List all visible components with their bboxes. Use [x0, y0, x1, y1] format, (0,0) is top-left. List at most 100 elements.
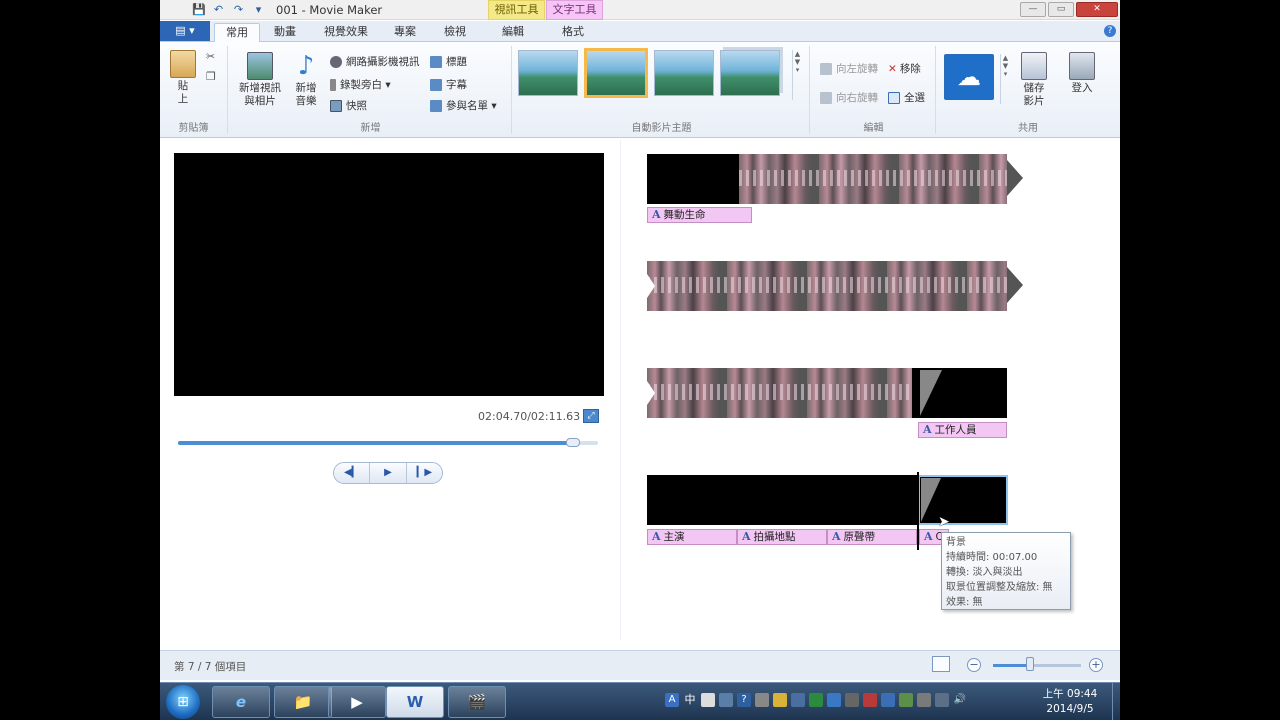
preview-monitor[interactable] — [174, 153, 604, 396]
clip-continue-arrow — [1007, 267, 1023, 303]
caption-row3[interactable]: A 工作人員 — [918, 422, 1007, 438]
tooltip-line-transition: 轉換: 淡入與淡出 — [946, 567, 1023, 578]
maximize-button[interactable]: ▭ — [1048, 2, 1074, 17]
theme-thumbnail-selected[interactable] — [584, 48, 648, 98]
pane-divider[interactable] — [620, 140, 621, 640]
save-icon[interactable]: 💾 — [192, 3, 206, 16]
taskbar-word[interactable]: W — [386, 686, 444, 718]
text-caption-icon: A — [832, 530, 841, 543]
caption-row4-b[interactable]: A 拍攝地點 — [737, 529, 827, 545]
paste-button[interactable]: 貼上 — [168, 50, 198, 106]
group-label-automovie: 自動影片主題 — [631, 123, 692, 134]
start-button[interactable]: ⊞ — [166, 685, 200, 719]
app-tray-icon[interactable] — [863, 693, 877, 707]
cut-icon[interactable]: ✂ — [206, 50, 215, 63]
tab-project[interactable]: 專案 — [390, 23, 420, 42]
customize-qa-icon[interactable]: ▾ — [252, 3, 265, 16]
webcam-video-button[interactable]: 網路攝影機視訊 — [330, 54, 420, 70]
storyboard-clip-video[interactable] — [647, 261, 1007, 311]
theme-thumbnail[interactable] — [518, 50, 578, 96]
sign-in-button[interactable]: 登入 — [1064, 52, 1100, 95]
caption-row1[interactable]: A 舞動生命 — [647, 207, 752, 223]
caption-row4-c[interactable]: A 原聲帶 — [827, 529, 917, 545]
storyboard-clip-title[interactable] — [647, 154, 739, 204]
redo-icon[interactable]: ↷ — [232, 3, 245, 16]
previous-frame-button[interactable]: ◀▎ — [334, 463, 369, 483]
ime-icon[interactable]: A — [665, 693, 679, 707]
tab-animations[interactable]: 動畫 — [270, 23, 300, 42]
settings-tray-icon[interactable] — [755, 693, 769, 707]
zoom-out-button[interactable]: − — [967, 658, 981, 672]
help-tray-icon[interactable]: ? — [737, 693, 751, 707]
text-caption-icon: A — [923, 423, 932, 436]
rotate-right-button[interactable]: 向右旋轉 — [820, 90, 878, 106]
app-tray-icon[interactable] — [899, 693, 913, 707]
file-menu-button[interactable]: ▤ ▾ — [160, 21, 210, 41]
record-narration-button[interactable]: 錄製旁白 ▾ — [330, 77, 391, 93]
network-icon[interactable] — [935, 693, 949, 707]
save-movie-button[interactable]: 儲存影片 — [1016, 52, 1052, 108]
theme-thumbnail[interactable] — [654, 50, 714, 96]
tab-visual-effects[interactable]: 視覺效果 — [318, 23, 374, 42]
snapshot-icon — [330, 100, 342, 112]
title-bar: 💾 ↶ ↷ ▾ 001 - Movie Maker 視訊工具 文字工具 — ▭ … — [160, 0, 1120, 20]
credits-label: 參與名單 — [446, 100, 488, 112]
title-button[interactable]: 標題 — [430, 54, 467, 70]
ime-mode-icon[interactable] — [701, 693, 715, 707]
fullscreen-preview-button[interactable]: ⤢ — [583, 409, 599, 423]
close-button[interactable]: ✕ — [1076, 2, 1118, 17]
zoom-in-button[interactable]: + — [1089, 658, 1103, 672]
app-tray-icon[interactable] — [845, 693, 859, 707]
seek-bar[interactable] — [178, 438, 598, 447]
share-gallery-scroll[interactable]: ▲ ▼ ▾ — [1000, 54, 1010, 104]
caption-button[interactable]: 字幕 — [430, 77, 467, 93]
onedrive-share-button[interactable]: ☁ — [944, 54, 994, 102]
volume-icon[interactable]: 🔊 — [953, 693, 967, 707]
add-music-button[interactable]: ♪ 新增音樂 — [288, 52, 324, 108]
mouse-pointer-icon: ➤ — [938, 514, 950, 530]
input-language-indicator[interactable]: 中 — [683, 693, 697, 707]
add-videos-photos-button[interactable]: 新增視訊與相片 — [234, 52, 286, 108]
ribbon-tab-bar: ▤ ▾ 常用 動畫 視覺效果 專案 檢視 編輯 格式 ? — [160, 21, 1120, 42]
storyboard-clip-credits[interactable] — [647, 475, 917, 525]
gallery-scroll[interactable]: ▲ ▼ ▾ — [792, 50, 802, 100]
rotate-left-button[interactable]: 向左旋轉 — [820, 61, 878, 77]
remove-button[interactable]: ✕ 移除 — [888, 61, 921, 77]
undo-icon[interactable]: ↶ — [212, 3, 225, 16]
ime-keyboard-icon[interactable] — [719, 693, 733, 707]
next-frame-button[interactable]: ▎▶ — [405, 463, 442, 483]
title-icon — [430, 56, 442, 68]
tab-edit[interactable]: 編輯 — [498, 23, 528, 42]
caption-row4-a[interactable]: A 主演 — [647, 529, 737, 545]
storyboard-clip-video[interactable] — [647, 368, 912, 418]
app-tray-icon[interactable] — [881, 693, 895, 707]
app-tray-icon[interactable] — [917, 693, 931, 707]
zoom-slider-track[interactable] — [993, 664, 1081, 667]
group-clipboard: 貼上 ✂ ❐ 剪貼簿 — [160, 46, 228, 134]
theme-thumbnail[interactable] — [720, 50, 780, 96]
storyboard-clip-video[interactable] — [739, 154, 1007, 204]
copy-icon[interactable]: ❐ — [206, 70, 216, 83]
taskbar-file-explorer[interactable]: 📁 — [274, 686, 332, 718]
play-button[interactable]: ▶ — [369, 463, 405, 483]
security-tray-icon[interactable] — [773, 693, 787, 707]
tab-format[interactable]: 格式 — [558, 23, 588, 42]
show-desktop-button[interactable] — [1112, 683, 1120, 720]
tab-view[interactable]: 檢視 — [440, 23, 470, 42]
minimize-button[interactable]: — — [1020, 2, 1046, 17]
network-tray-icon[interactable] — [791, 693, 805, 707]
snapshot-button[interactable]: 快照 — [330, 98, 367, 114]
taskbar-movie-maker[interactable]: 🎬 — [448, 686, 506, 718]
taskbar-clock[interactable]: 上午 09:44 2014/9/5 — [1030, 687, 1110, 717]
app-tray-icon[interactable] — [827, 693, 841, 707]
app-tray-icon[interactable] — [809, 693, 823, 707]
zoom-slider-thumb[interactable] — [1025, 657, 1034, 671]
select-all-button[interactable]: 全選 — [888, 90, 925, 106]
credits-button[interactable]: 參與名單 ▾ — [430, 98, 497, 114]
tab-home[interactable]: 常用 — [214, 23, 260, 42]
taskbar-media-player[interactable]: ▶ — [328, 686, 386, 718]
help-icon[interactable]: ? — [1104, 25, 1116, 37]
paste-label: 貼上 — [177, 80, 189, 105]
seek-bar-thumb[interactable] — [565, 438, 580, 447]
taskbar-internet-explorer[interactable]: e — [212, 686, 270, 718]
